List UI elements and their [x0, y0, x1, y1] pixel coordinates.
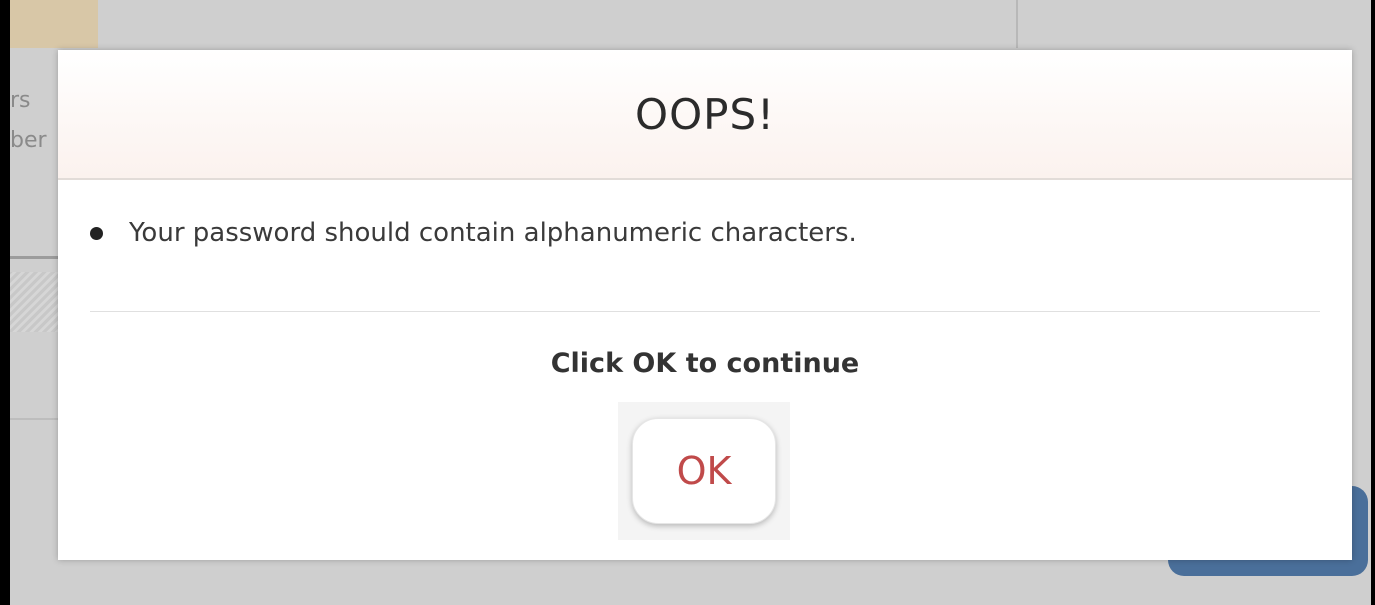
dialog-title: OOPS! — [635, 89, 775, 139]
error-dialog: OOPS! Your password should contain alpha… — [58, 50, 1352, 560]
ok-button-container: OK — [618, 402, 790, 540]
continue-instruction: Click OK to continue — [550, 348, 860, 379]
background-divider-vertical — [1016, 0, 1018, 48]
screen-edge — [0, 0, 10, 605]
screen-edge — [1371, 0, 1375, 605]
error-message-text: Your password should contain alphanumeri… — [129, 218, 857, 248]
background-tan-block — [0, 0, 98, 48]
error-message-item: Your password should contain alphanumeri… — [90, 218, 857, 248]
ok-button[interactable]: OK — [632, 418, 776, 524]
background-text-fragment: ber — [10, 128, 47, 153]
dialog-header: OOPS! — [58, 50, 1352, 180]
background-text-fragment: rs — [10, 88, 31, 113]
bullet-icon — [90, 226, 103, 240]
dialog-divider — [90, 311, 1320, 312]
